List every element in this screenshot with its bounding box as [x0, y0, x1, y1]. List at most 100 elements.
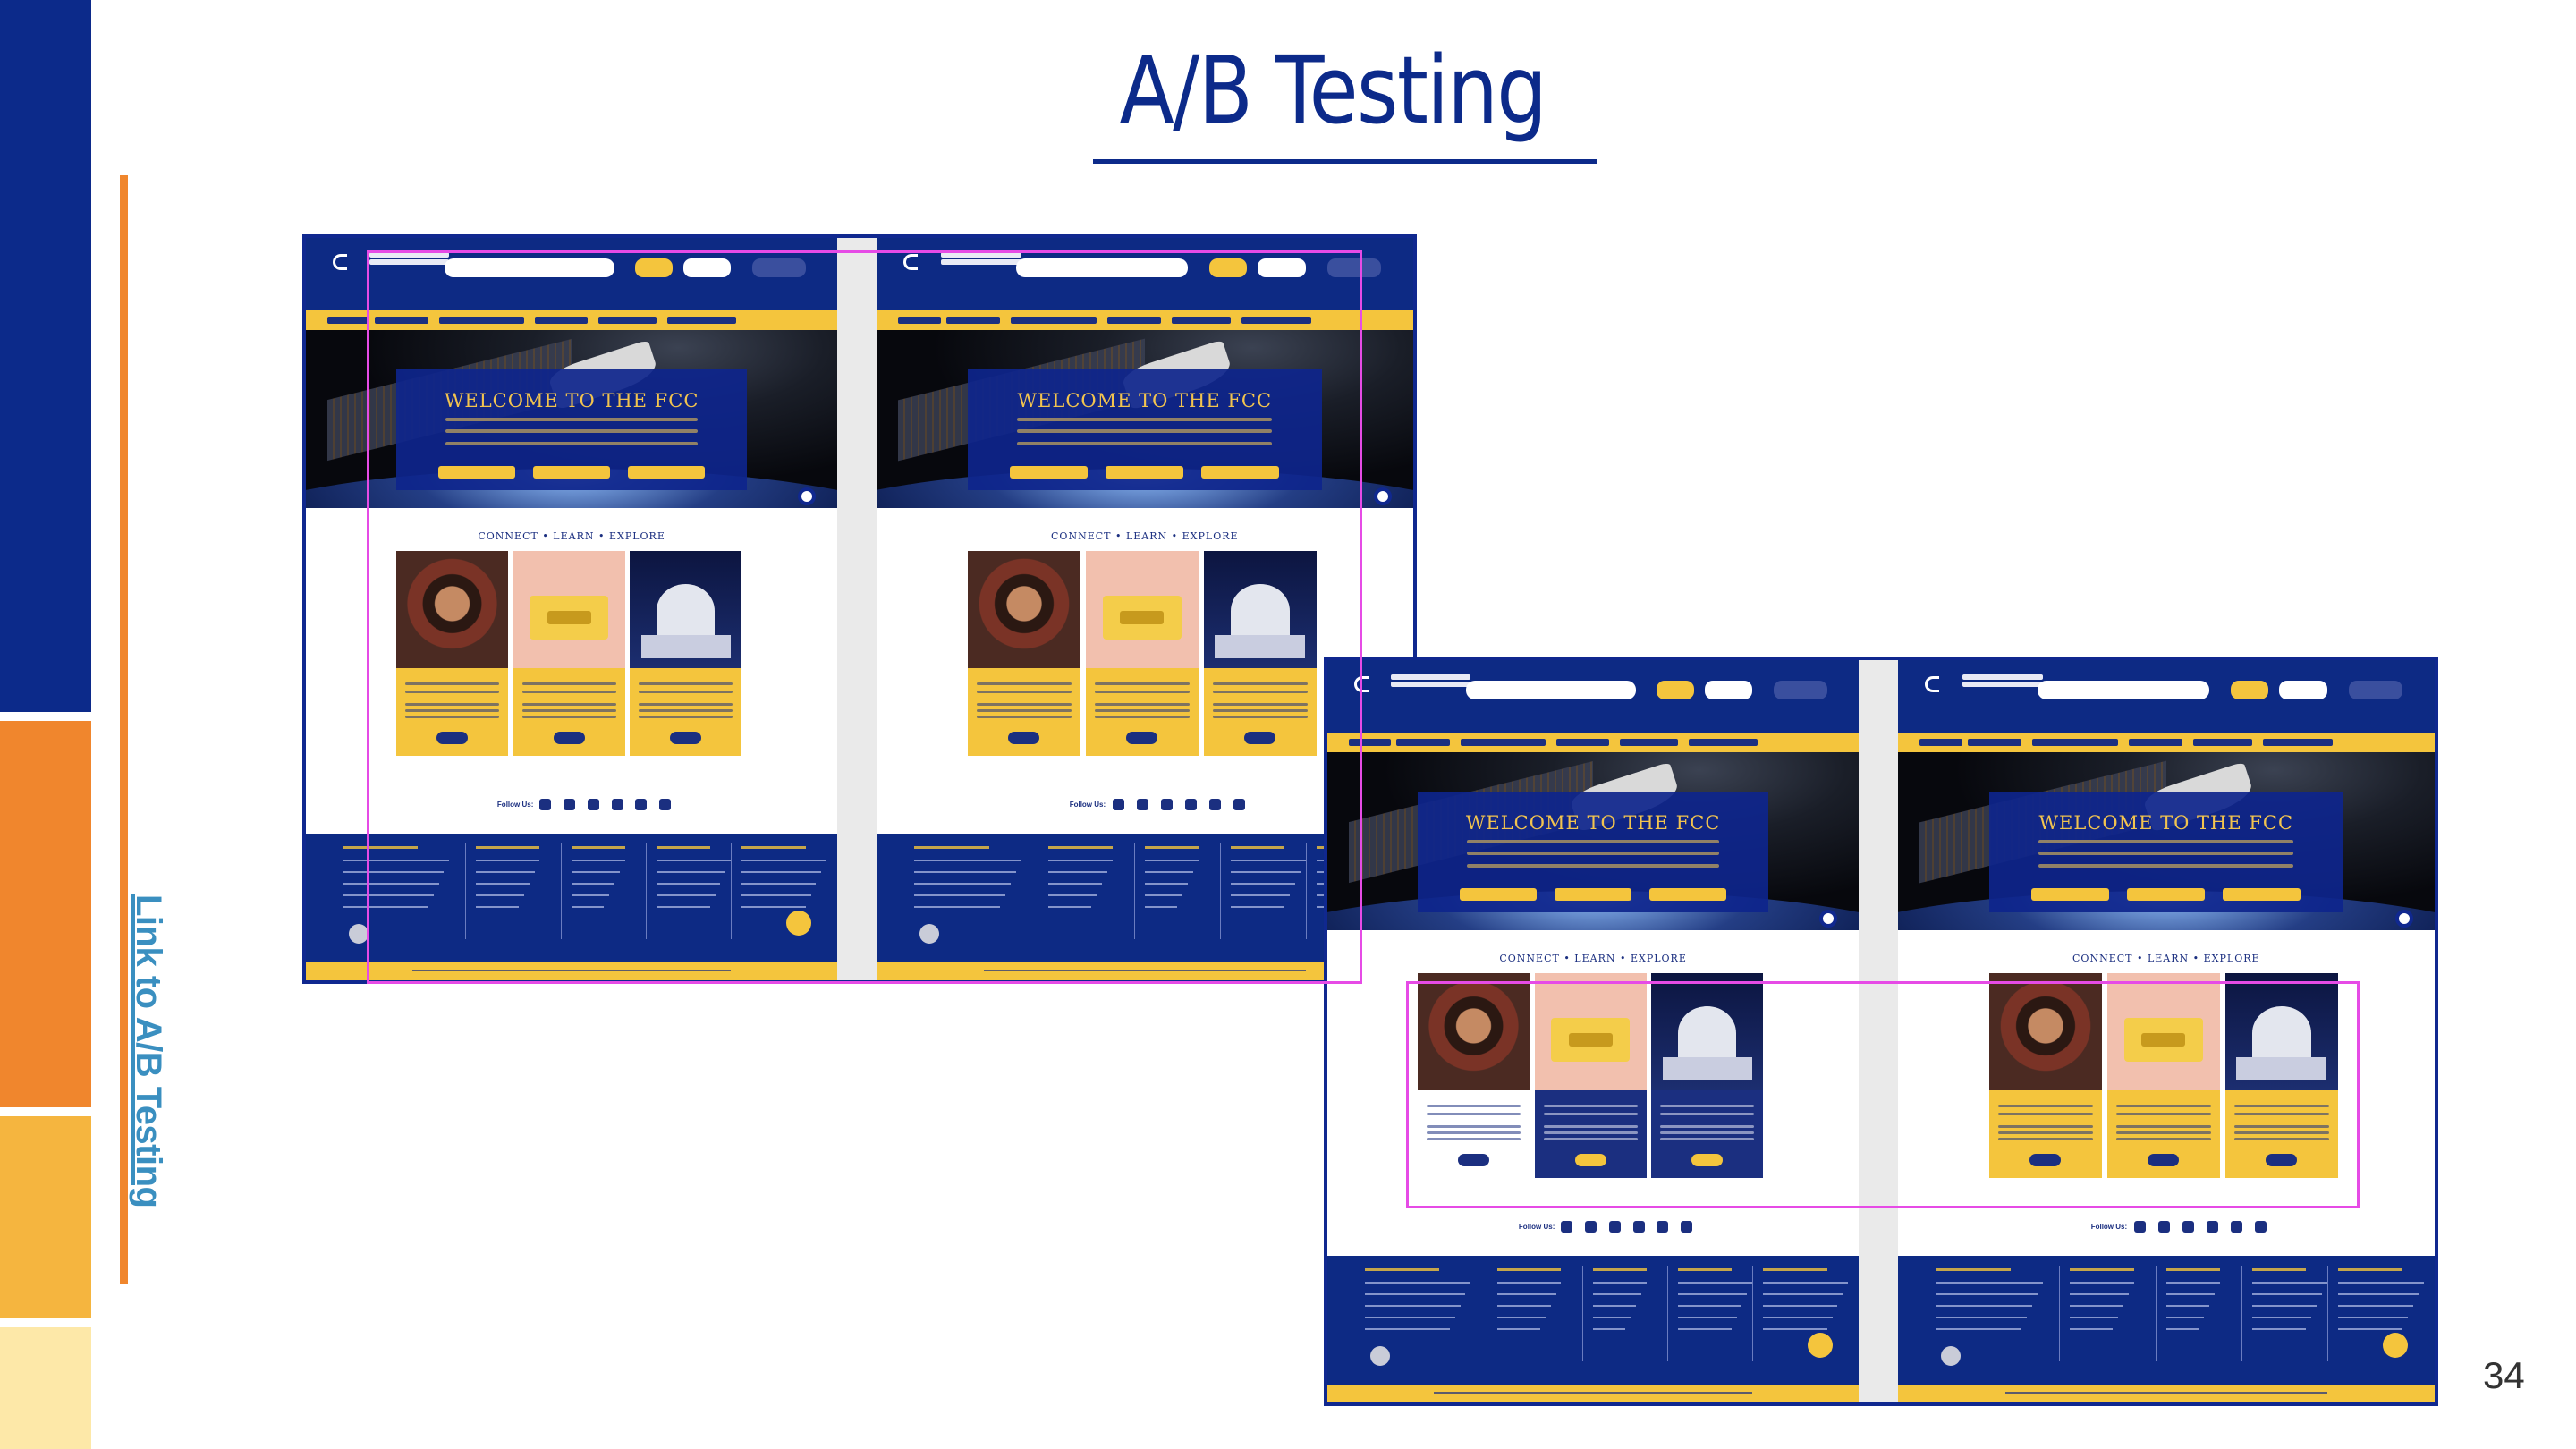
footer-column-divider — [2058, 1266, 2060, 1362]
mockup-welcome-line — [1466, 852, 1720, 856]
fcc-logo-text — [1391, 674, 1471, 681]
footer-link — [1497, 1281, 1562, 1284]
footer-link — [2069, 1327, 2113, 1330]
mockup-welcome-button — [1648, 888, 1727, 901]
footer-link — [1678, 1281, 1753, 1284]
mockup-follow-us: Follow Us: — [2090, 1223, 2128, 1232]
footer-link — [1497, 1292, 1556, 1295]
fcc-seal-icon — [348, 923, 369, 944]
social-icon — [1681, 1221, 1693, 1233]
footer-column-divider — [2326, 1266, 2328, 1362]
mockup-welcome-title: WELCOME TO THE FCC — [2038, 811, 2294, 834]
footer-link — [1593, 1292, 1641, 1295]
highlight-box-cards — [1406, 981, 2360, 1208]
footer-column-divider — [2241, 1266, 2242, 1362]
mockup-nav-item — [1396, 738, 1450, 747]
social-icon — [1585, 1221, 1597, 1233]
footer-link — [1763, 1292, 1843, 1295]
fcc-seal-icon — [1369, 1345, 1390, 1366]
mockup-hero: WELCOME TO THE FCC — [1327, 751, 1860, 931]
side-bar-navy — [0, 0, 91, 712]
footer-link — [1364, 1327, 1450, 1330]
mockup-account-button — [1704, 680, 1753, 699]
footer-heading — [1763, 1268, 1827, 1272]
footer-link — [1593, 1304, 1636, 1307]
mockup-connect-heading: CONNECT • LEARN • EXPLORE — [1499, 953, 1687, 965]
mockup-nav-item — [2262, 738, 2333, 747]
mockup-welcome-title: WELCOME TO THE FCC — [1465, 811, 1721, 834]
fcc-seal-icon — [1940, 1345, 1961, 1366]
footer-link — [2165, 1316, 2204, 1318]
mockup-language-select — [2348, 680, 2402, 699]
mockup-nav-item — [326, 316, 370, 325]
mockup-welcome-button — [2127, 888, 2206, 901]
footer-link — [1935, 1292, 2038, 1295]
slide-title: A/B Testing — [1119, 36, 1547, 145]
footer-link — [2337, 1281, 2424, 1284]
footer-link — [1935, 1304, 2032, 1307]
footer-link — [1364, 1292, 1466, 1295]
mockup-welcome-line — [2038, 863, 2294, 868]
mockup-follow-us: Follow Us: — [1518, 1223, 1555, 1232]
footer-link — [1763, 1281, 1849, 1284]
social-icon — [1632, 1221, 1645, 1233]
footer-link — [2337, 1327, 2402, 1330]
footer-link — [2165, 1281, 2220, 1284]
ab-testing-link[interactable]: Link to A/B Testing — [128, 894, 168, 1208]
footer-heading — [2251, 1268, 2306, 1272]
side-bar-pale — [0, 1327, 91, 1449]
mockup-nav-item — [2192, 738, 2252, 747]
social-icon — [2157, 1221, 2170, 1233]
social-icon — [2133, 1221, 2146, 1233]
social-icon — [1657, 1221, 1669, 1233]
footer-link — [1763, 1316, 1833, 1318]
footer-link — [1935, 1281, 2043, 1284]
mockup-nav-item — [1619, 738, 1679, 747]
footer-heading — [2069, 1268, 2134, 1272]
mockup-search-field — [1465, 680, 1636, 699]
footer-heading — [2165, 1268, 2220, 1272]
mockup-header — [1897, 660, 2435, 733]
mockup-welcome-box: WELCOME TO THE FCC — [1418, 791, 1769, 913]
fcc-logo-text — [1962, 674, 2043, 681]
footer-link — [2251, 1316, 2311, 1318]
footer-column-divider — [1752, 1266, 1754, 1362]
mockup-welcome-line — [2038, 839, 2294, 843]
copyright-line — [1433, 1392, 1753, 1394]
social-icon — [2206, 1221, 2218, 1233]
footer-link — [1678, 1304, 1742, 1307]
mockup-welcome-line — [1466, 839, 1720, 843]
mockup-signin-button — [1657, 680, 1695, 699]
footer-link — [1497, 1316, 1546, 1318]
social-icon — [1561, 1221, 1573, 1233]
footer-link — [2251, 1292, 2322, 1295]
footer-link — [1678, 1327, 1732, 1330]
mockup-nav-item — [1967, 738, 2021, 747]
fcc-logo-icon — [1924, 675, 1939, 692]
footer-link — [2337, 1304, 2413, 1307]
mockup-nav — [1327, 733, 1860, 752]
mockup-nav-item — [1555, 738, 1609, 747]
footer-link — [2165, 1292, 2215, 1295]
mockup-welcome-button — [2223, 888, 2301, 901]
footer-link — [1593, 1327, 1625, 1330]
mockup-account-button — [2278, 680, 2327, 699]
footer-link — [2337, 1292, 2419, 1295]
social-icon — [2254, 1221, 2267, 1233]
footer-heading — [1497, 1268, 1562, 1272]
footer-link — [1364, 1281, 1471, 1284]
mockup-welcome-line — [1466, 863, 1720, 868]
mockup-search-field — [2037, 680, 2209, 699]
footer-link — [2251, 1281, 2327, 1284]
side-bar-gold — [0, 1116, 91, 1318]
footer-link — [1935, 1327, 2021, 1330]
footer-link — [2251, 1327, 2306, 1330]
mockup-header — [1327, 660, 1860, 733]
footer-link — [1678, 1292, 1748, 1295]
footer-link — [2069, 1281, 2134, 1284]
footer-link — [1678, 1316, 1737, 1318]
mockup-welcome-box: WELCOME TO THE FCC — [1988, 791, 2343, 913]
footer-accessibility-icon — [2382, 1333, 2408, 1359]
footer-link — [1763, 1304, 1838, 1307]
mockup-nav-item — [1689, 738, 1758, 747]
